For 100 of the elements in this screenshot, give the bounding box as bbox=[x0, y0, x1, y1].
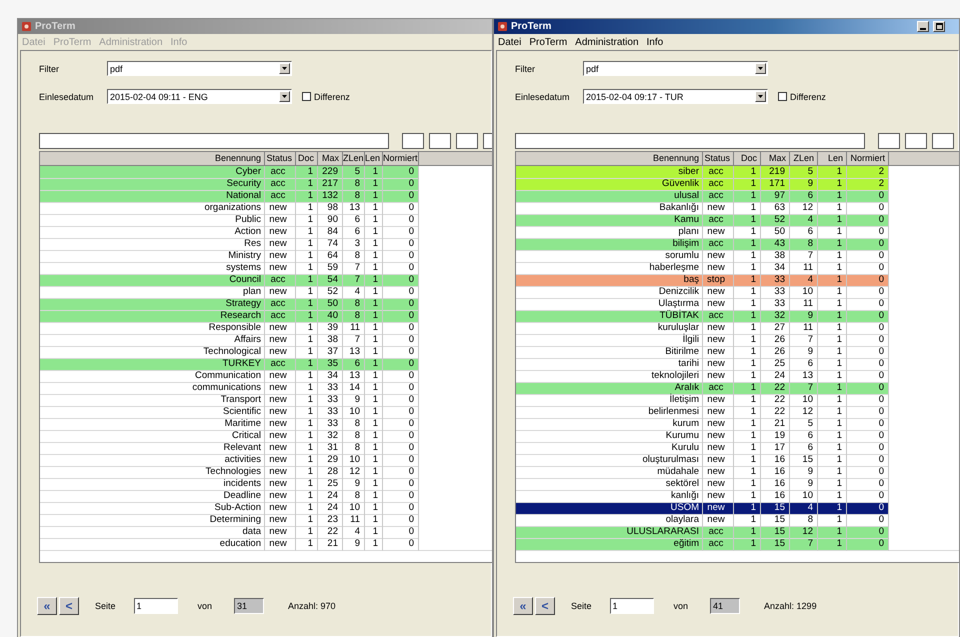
page-field[interactable]: 1 bbox=[134, 598, 178, 614]
nav-button[interactable]: « bbox=[513, 597, 533, 615]
table-cell: 1 bbox=[734, 538, 761, 551]
table-row[interactable]: Ulaştırma new 1 33 11 1 0 bbox=[516, 298, 959, 310]
table-cell: new bbox=[265, 538, 296, 551]
table-row[interactable]: Bakanlığı new 1 63 12 1 0 bbox=[516, 202, 959, 214]
table-row[interactable]: olaylara new 1 15 8 1 0 bbox=[516, 514, 959, 526]
table-row[interactable]: Bitirilme new 1 26 9 1 0 bbox=[516, 346, 959, 358]
date-dropdown[interactable]: 2015-02-04 09:17 - TUR bbox=[583, 89, 768, 104]
table-row[interactable]: İletişim new 1 22 10 1 0 bbox=[516, 394, 959, 406]
table-row[interactable]: data new 1 22 4 1 0 bbox=[40, 526, 492, 538]
page-label: Seite bbox=[95, 601, 116, 611]
table-row[interactable]: National acc 1 132 8 1 0 bbox=[40, 190, 492, 202]
table-row[interactable]: organizations new 1 98 13 1 0 bbox=[40, 202, 492, 214]
date-label: Einlesedatum bbox=[515, 92, 571, 102]
of-label: von bbox=[198, 601, 212, 611]
table-row[interactable]: Scientific new 1 33 10 1 0 bbox=[40, 406, 492, 418]
table-row[interactable]: Relevant new 1 31 8 1 0 bbox=[40, 442, 492, 454]
table-row[interactable]: Technologies new 1 28 12 1 0 bbox=[40, 466, 492, 478]
table-row[interactable]: Action new 1 84 6 1 0 bbox=[40, 226, 492, 238]
table-row[interactable]: Ministry new 1 64 8 1 0 bbox=[40, 250, 492, 262]
table-row[interactable]: belirlenmesi new 1 22 12 1 0 bbox=[516, 406, 959, 418]
of-label: von bbox=[674, 601, 688, 611]
table-row[interactable]: Communication new 1 34 13 1 0 bbox=[40, 370, 492, 382]
table-row[interactable]: Transport new 1 33 9 1 0 bbox=[40, 394, 492, 406]
total-pages-field: 31 bbox=[234, 598, 264, 614]
table-row[interactable]: Public new 1 90 6 1 0 bbox=[40, 214, 492, 226]
table-row[interactable]: eğitim acc 1 15 7 1 0 bbox=[516, 538, 959, 550]
table-row[interactable]: Deadline new 1 24 8 1 0 bbox=[40, 490, 492, 502]
table-row[interactable]: Determining new 1 23 11 1 0 bbox=[40, 514, 492, 526]
table-row[interactable]: USOM new 1 15 4 1 0 bbox=[516, 502, 959, 514]
table-row[interactable]: sektörel new 1 16 9 1 0 bbox=[516, 478, 959, 490]
table-row[interactable]: plan new 1 52 4 1 0 bbox=[40, 286, 492, 298]
table-row[interactable]: Critical new 1 32 8 1 0 bbox=[40, 430, 492, 442]
table-cell: 1 bbox=[296, 538, 318, 551]
nav-button[interactable]: < bbox=[535, 597, 555, 615]
table-cell: education bbox=[40, 538, 265, 551]
table-row[interactable]: kanlığı new 1 16 10 1 0 bbox=[516, 490, 959, 502]
table-row[interactable]: TURKEY acc 1 35 6 1 0 bbox=[40, 358, 492, 370]
table-row[interactable]: Strategy acc 1 50 8 1 0 bbox=[40, 298, 492, 310]
table-row[interactable]: haberleşme new 1 34 11 1 0 bbox=[516, 262, 959, 274]
filter-dropdown[interactable]: pdf bbox=[107, 61, 292, 76]
table-row[interactable]: Cyber acc 1 229 5 1 0 bbox=[40, 166, 492, 178]
table-cell: 9 bbox=[343, 538, 365, 551]
table-row[interactable]: kurum new 1 21 5 1 0 bbox=[516, 418, 959, 430]
table-cell: 21 bbox=[318, 538, 343, 551]
table-row[interactable]: Res new 1 74 3 1 0 bbox=[40, 238, 492, 250]
table-row[interactable]: Güvenlik acc 1 171 9 1 2 bbox=[516, 178, 959, 190]
page-label: Seite bbox=[571, 601, 592, 611]
table-row[interactable]: sorumlu new 1 38 7 1 0 bbox=[516, 250, 959, 262]
table-row[interactable]: Technological new 1 37 13 1 0 bbox=[40, 346, 492, 358]
table-cell: acc bbox=[703, 538, 734, 551]
table-row[interactable]: tarihi new 1 25 6 1 0 bbox=[516, 358, 959, 370]
window-title: ProTerm bbox=[511, 21, 552, 32]
table-row[interactable]: Research acc 1 40 8 1 0 bbox=[40, 310, 492, 322]
table-row[interactable]: communications new 1 33 14 1 0 bbox=[40, 382, 492, 394]
menu-item[interactable]: ProTerm bbox=[529, 36, 568, 48]
table-row[interactable]: Aralık acc 1 22 7 1 0 bbox=[516, 382, 959, 394]
checkbox-label: Differenz bbox=[314, 92, 350, 102]
table-row[interactable]: systems new 1 59 7 1 0 bbox=[40, 262, 492, 274]
nav-button[interactable]: « bbox=[37, 597, 57, 615]
total-pages-field: 41 bbox=[710, 598, 740, 614]
menu-item[interactable]: Administration bbox=[575, 36, 639, 48]
table-row[interactable]: baş stop 1 33 4 1 0 bbox=[516, 274, 959, 286]
table-row[interactable]: Kurumu new 1 19 6 1 0 bbox=[516, 430, 959, 442]
table-row[interactable]: activities new 1 29 10 1 0 bbox=[40, 454, 492, 466]
table-row[interactable]: Council acc 1 54 7 1 0 bbox=[40, 274, 492, 286]
checkbox-label: Differenz bbox=[790, 92, 826, 102]
table-row[interactable]: planı new 1 50 6 1 0 bbox=[516, 226, 959, 238]
date-dropdown[interactable]: 2015-02-04 09:11 - ENG bbox=[107, 89, 292, 104]
menu-item[interactable]: Datei bbox=[498, 36, 522, 48]
table-cell: 1 bbox=[818, 538, 847, 551]
table-row[interactable]: kuruluşlar new 1 27 11 1 0 bbox=[516, 322, 959, 334]
table-row[interactable]: Kurulu new 1 17 6 1 0 bbox=[516, 442, 959, 454]
table-row[interactable]: Affairs new 1 38 7 1 0 bbox=[40, 334, 492, 346]
menu-item[interactable]: Info bbox=[646, 36, 664, 48]
table-row[interactable]: incidents new 1 25 9 1 0 bbox=[40, 478, 492, 490]
table-row[interactable]: ulusal acc 1 97 6 1 0 bbox=[516, 190, 959, 202]
filter-label: Filter bbox=[515, 64, 536, 74]
table-row[interactable]: İlgili new 1 26 7 1 0 bbox=[516, 334, 959, 346]
table-row[interactable]: Kamu acc 1 52 4 1 0 bbox=[516, 214, 959, 226]
table-row[interactable]: müdahale new 1 16 9 1 0 bbox=[516, 466, 959, 478]
count-label: Anzahl: 970 bbox=[288, 601, 336, 611]
table-row[interactable]: teknolojileri new 1 24 13 1 0 bbox=[516, 370, 959, 382]
table-cell: 15 bbox=[761, 538, 790, 551]
table-row[interactable]: Responsible new 1 39 11 1 0 bbox=[40, 322, 492, 334]
filter-dropdown[interactable]: pdf bbox=[583, 61, 768, 76]
table-row[interactable]: Denizcilik new 1 33 10 1 0 bbox=[516, 286, 959, 298]
table-row[interactable]: TÜBİTAK acc 1 32 9 1 0 bbox=[516, 310, 959, 322]
table-row[interactable]: ULUSLARARASI acc 1 15 12 1 0 bbox=[516, 526, 959, 538]
nav-button[interactable]: < bbox=[59, 597, 79, 615]
table-row[interactable]: Maritime new 1 33 8 1 0 bbox=[40, 418, 492, 430]
table-row[interactable]: siber acc 1 219 5 1 2 bbox=[516, 166, 959, 178]
table-row[interactable]: education new 1 21 9 1 0 bbox=[40, 538, 492, 550]
table-row[interactable]: Sub-Action new 1 24 10 1 0 bbox=[40, 502, 492, 514]
table-row[interactable]: oluşturulması new 1 16 15 1 0 bbox=[516, 454, 959, 466]
page-field[interactable]: 1 bbox=[610, 598, 654, 614]
table-row[interactable]: bilişim acc 1 43 8 1 0 bbox=[516, 238, 959, 250]
count-label: Anzahl: 1299 bbox=[764, 601, 817, 611]
table-row[interactable]: Security acc 1 217 8 1 0 bbox=[40, 178, 492, 190]
